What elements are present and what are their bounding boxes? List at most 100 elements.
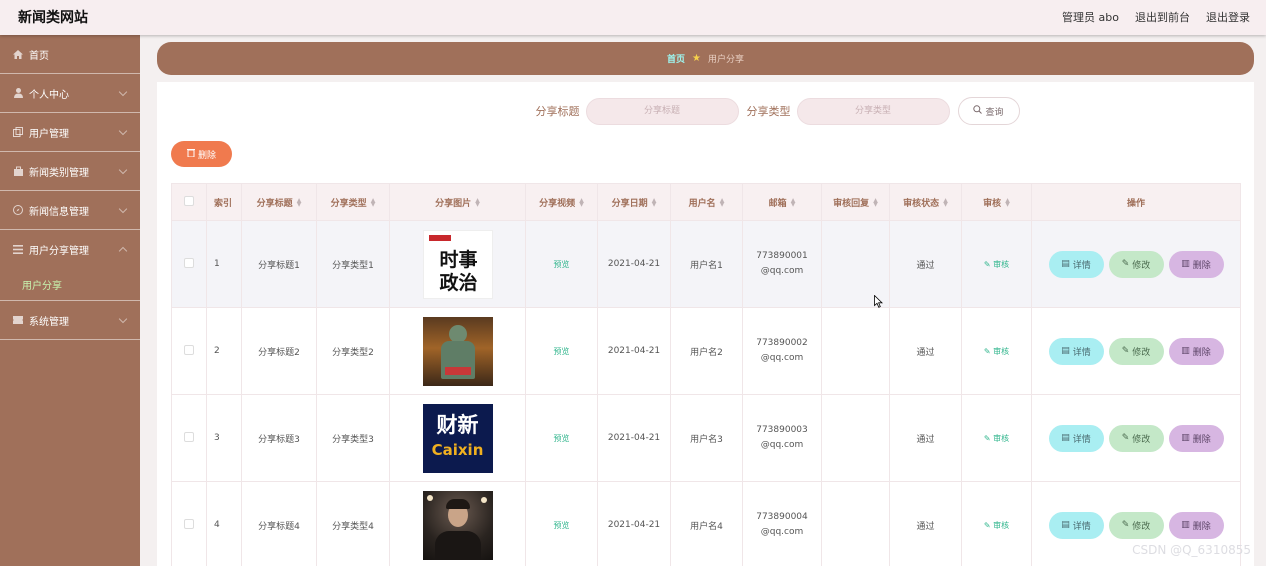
- cell-title: 分享标题3: [241, 394, 317, 482]
- type-search-label: 分享类型: [746, 105, 791, 118]
- column-header[interactable]: 审核回复 ▲ ▼: [821, 183, 890, 221]
- search-icon: [973, 105, 983, 117]
- breadcrumb-home[interactable]: 首页: [667, 52, 685, 65]
- sidebar-item-label: 系统管理: [29, 316, 69, 328]
- video-preview-link[interactable]: 预览: [554, 521, 570, 530]
- row-checkbox[interactable]: [171, 307, 207, 395]
- column-header[interactable]: 分享图片 ▲ ▼: [389, 183, 526, 221]
- portrait-photo-image[interactable]: [422, 490, 493, 560]
- cell-user: 用户名4: [670, 481, 743, 566]
- cell-email: 773890003 @qq.com: [742, 394, 822, 482]
- sidebar-item-user-share-management[interactable]: 用户分享管理: [0, 230, 140, 269]
- type-search-input[interactable]: 分享类型: [796, 97, 950, 125]
- ticket-icon: [12, 315, 24, 325]
- video-preview-link[interactable]: 预览: [554, 260, 570, 269]
- list-icon: [12, 245, 24, 255]
- cell-actions: ▤ 详情 ✎ 修改 ▥ 删除: [1031, 394, 1241, 482]
- table-row: 3 分享标题3 分享类型3 财新 Caixin 预览 2021-04-21 用户…: [171, 394, 1241, 482]
- cell-audit: ✎ 审核: [961, 220, 1032, 308]
- sidebar-item-news-info[interactable]: 新闻信息管理: [0, 191, 140, 230]
- edit-button[interactable]: ✎ 修改: [1108, 424, 1164, 452]
- document-icon: ▤: [1061, 520, 1070, 530]
- audit-link[interactable]: ✎ 审核: [984, 434, 1009, 443]
- video-preview-link[interactable]: 预览: [554, 434, 570, 443]
- detail-button[interactable]: ▤ 详情: [1048, 250, 1104, 278]
- pencil-icon: ✎: [1121, 259, 1130, 269]
- delete-label: 删除: [197, 150, 216, 161]
- admin-user[interactable]: 管理员 abo: [1062, 9, 1119, 25]
- column-header[interactable]: 审核状态 ▲ ▼: [889, 183, 962, 221]
- edit-button[interactable]: ✎ 修改: [1108, 337, 1164, 365]
- row-checkbox[interactable]: [171, 481, 207, 566]
- sidebar-subitem-user-share[interactable]: 用户分享: [0, 269, 140, 301]
- audit-link[interactable]: ✎ 审核: [984, 347, 1009, 356]
- chevron-down-icon: [118, 126, 128, 136]
- batch-delete-button[interactable]: 删除: [171, 141, 232, 167]
- top-links: 管理员 abo 退出到前台 退出登录: [1062, 9, 1250, 25]
- select-all-checkbox[interactable]: [171, 183, 207, 221]
- edit-button[interactable]: ✎ 修改: [1108, 511, 1164, 539]
- sidebar-item-label: 新闻信息管理: [29, 206, 89, 218]
- sort-icon: ▲ ▼: [719, 197, 725, 208]
- sidebar-item-home[interactable]: 首页: [0, 35, 140, 74]
- column-header[interactable]: 用户名 ▲ ▼: [670, 183, 743, 221]
- breadcrumb-current: 用户分享: [707, 55, 744, 65]
- sidebar-item-news-category[interactable]: 新闻类别管理: [0, 152, 140, 191]
- cell-index: 4: [206, 481, 242, 566]
- title-search-label: 分享标题: [535, 105, 580, 118]
- chevron-down-icon: [118, 87, 128, 97]
- pencil-icon: ✎: [1121, 346, 1130, 356]
- cell-audit: ✎ 审核: [961, 307, 1032, 395]
- watermark: CSDN @Q_6310855: [1132, 543, 1251, 557]
- sort-icon: ▲ ▼: [651, 197, 657, 208]
- audit-link[interactable]: ✎ 审核: [984, 260, 1009, 269]
- row-checkbox[interactable]: [171, 394, 207, 482]
- share-table: 索引 分享标题 ▲ ▼ 分享类型 ▲ ▼ 分享图片 ▲ ▼ 分享视频 ▲ ▼ 分享日期 ▲ ▼ 用户…: [171, 183, 1241, 566]
- sidebar-item-system-management[interactable]: 系统管理: [0, 301, 140, 340]
- cell-video: 预览: [525, 307, 598, 395]
- sidebar-item-user-management[interactable]: 用户管理: [0, 113, 140, 152]
- pencil-icon: ✎: [1121, 433, 1130, 443]
- detail-button[interactable]: ▤ 详情: [1048, 424, 1104, 452]
- column-header[interactable]: 分享标题 ▲ ▼: [241, 183, 317, 221]
- delete-button[interactable]: ▥ 删除: [1168, 424, 1224, 452]
- detail-button[interactable]: ▤ 详情: [1048, 511, 1104, 539]
- sidebar-item-label: 个人中心: [29, 89, 69, 101]
- statue-photo-image[interactable]: [422, 316, 493, 386]
- audit-link[interactable]: ✎ 审核: [984, 521, 1009, 530]
- column-header[interactable]: 分享类型 ▲ ▼: [316, 183, 390, 221]
- sidebar-item-personal-center[interactable]: 个人中心: [0, 74, 140, 113]
- sort-icon: ▲ ▼: [943, 197, 948, 208]
- cell-reply: [821, 481, 890, 566]
- delete-button[interactable]: ▥ 删除: [1168, 250, 1224, 278]
- content-panel: 分享标题 分享标题 分享类型 分享类型 查询 删除 索引 分享标题 ▲ ▼ 分享…: [157, 82, 1254, 566]
- detail-button[interactable]: ▤ 详情: [1048, 337, 1104, 365]
- query-button[interactable]: 查询: [957, 97, 1020, 125]
- search-bar: 分享标题 分享标题 分享类型 分享类型 查询: [157, 97, 1254, 125]
- caixin-logo-image[interactable]: 财新 Caixin: [422, 403, 493, 473]
- cell-audit: ✎ 审核: [961, 481, 1032, 566]
- sidebar-item-label: 用户分享管理: [29, 246, 89, 257]
- column-header[interactable]: 分享视频 ▲ ▼: [525, 183, 598, 221]
- logout-link[interactable]: 退出登录: [1206, 9, 1250, 25]
- trash-icon: ▥: [1181, 346, 1190, 356]
- column-header[interactable]: 邮箱 ▲ ▼: [742, 183, 822, 221]
- trash-icon: ▥: [1181, 433, 1190, 443]
- edit-button[interactable]: ✎ 修改: [1108, 250, 1164, 278]
- top-bar: 新闻类网站 管理员 abo 退出到前台 退出登录: [0, 0, 1266, 35]
- delete-button[interactable]: ▥ 删除: [1168, 511, 1224, 539]
- exit-to-front-link[interactable]: 退出到前台: [1135, 9, 1190, 25]
- video-preview-link[interactable]: 预览: [554, 347, 570, 356]
- row-checkbox[interactable]: [171, 220, 207, 308]
- pencil-icon: ✎: [1121, 520, 1130, 530]
- sidebar-item-label: 用户管理: [29, 128, 69, 140]
- title-search-input[interactable]: 分享标题: [585, 97, 739, 125]
- cell-title: 分享标题1: [241, 220, 317, 308]
- column-header[interactable]: 分享日期 ▲ ▼: [597, 183, 671, 221]
- cell-date: 2021-04-21: [597, 394, 671, 482]
- delete-button[interactable]: ▥ 删除: [1168, 337, 1224, 365]
- table-row: 4 分享标题4 分享类型4 预览 2021-04-21 用户名4 7738900…: [171, 481, 1241, 566]
- cell-index: 3: [206, 394, 242, 482]
- news-logo-image[interactable]: 时事 政治: [422, 229, 493, 299]
- column-header[interactable]: 审核 ▲ ▼: [961, 183, 1032, 221]
